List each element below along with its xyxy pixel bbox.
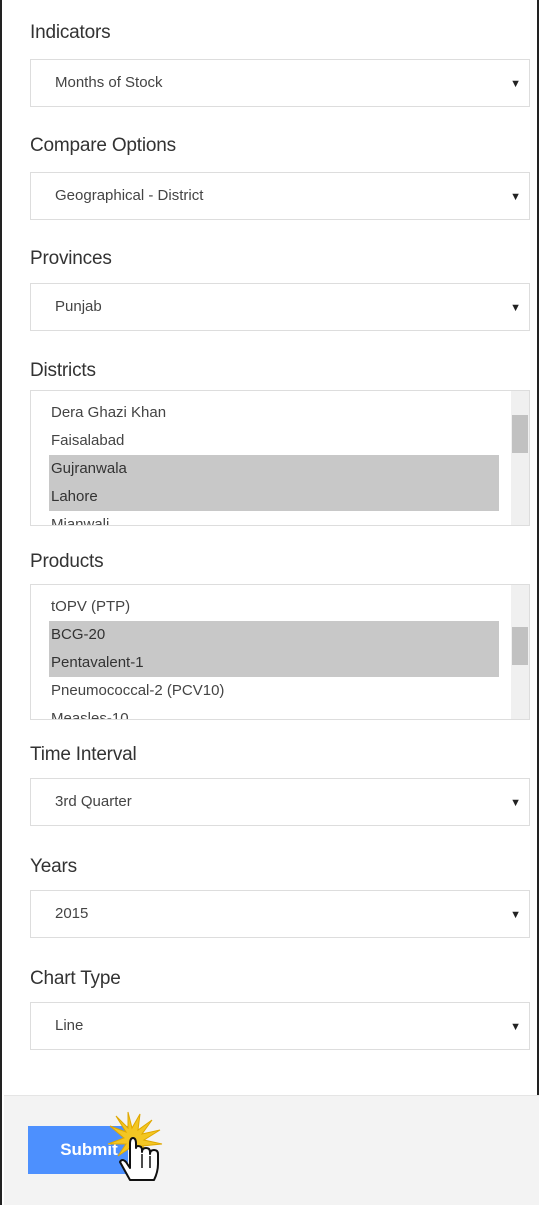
product-option[interactable]: Pneumococcal-2 (PCV10)	[49, 677, 499, 705]
caret-down-icon: ▼	[510, 78, 521, 90]
time-interval-label: Time Interval	[30, 744, 137, 765]
districts-options: Dera Ghazi Khan Faisalabad Gujranwala La…	[49, 399, 529, 525]
districts-scroll-thumb[interactable]	[512, 415, 528, 453]
indicators-label: Indicators	[30, 22, 111, 43]
provinces-value: Punjab	[55, 298, 102, 315]
district-option[interactable]: Gujranwala	[49, 455, 499, 483]
filter-panel: Indicators Months of Stock ▼ Compare Opt…	[0, 0, 539, 1205]
caret-down-icon: ▼	[510, 909, 521, 921]
years-value: 2015	[55, 905, 89, 922]
product-option[interactable]: Pentavalent-1	[49, 649, 499, 677]
product-option[interactable]: tOPV (PTP)	[49, 593, 499, 621]
products-scrollbar[interactable]	[511, 585, 529, 719]
caret-down-icon: ▼	[510, 302, 521, 314]
caret-down-icon: ▼	[510, 1021, 521, 1033]
chart-type-label: Chart Type	[30, 968, 121, 989]
compare-options-value: Geographical - District	[55, 187, 204, 204]
hand-pointer-icon	[107, 1111, 163, 1181]
district-option[interactable]: Mianwali	[49, 511, 499, 525]
compare-options-select[interactable]: Geographical - District ▼	[30, 172, 530, 220]
district-option[interactable]: Lahore	[49, 483, 499, 511]
district-option[interactable]: Dera Ghazi Khan	[49, 399, 499, 427]
districts-label: Districts	[30, 360, 96, 381]
indicators-select[interactable]: Months of Stock ▼	[30, 59, 530, 107]
provinces-label: Provinces	[30, 248, 112, 269]
products-label: Products	[30, 551, 104, 572]
provinces-select[interactable]: Punjab ▼	[30, 283, 530, 331]
caret-down-icon: ▼	[510, 191, 521, 203]
indicators-value: Months of Stock	[55, 74, 163, 91]
time-interval-select[interactable]: 3rd Quarter ▼	[30, 778, 530, 826]
product-option[interactable]: Measles-10	[49, 705, 499, 719]
chart-type-select[interactable]: Line ▼	[30, 1002, 530, 1050]
products-scroll-thumb[interactable]	[512, 627, 528, 665]
products-listbox[interactable]: tOPV (PTP) BCG-20 Pentavalent-1 Pneumoco…	[30, 584, 530, 720]
district-option[interactable]: Faisalabad	[49, 427, 499, 455]
compare-options-label: Compare Options	[30, 135, 176, 156]
chart-type-value: Line	[55, 1017, 84, 1034]
products-options: tOPV (PTP) BCG-20 Pentavalent-1 Pneumoco…	[49, 593, 529, 719]
caret-down-icon: ▼	[510, 797, 521, 809]
districts-scrollbar[interactable]	[511, 391, 529, 525]
time-interval-value: 3rd Quarter	[55, 793, 132, 810]
product-option[interactable]: BCG-20	[49, 621, 499, 649]
districts-listbox[interactable]: Dera Ghazi Khan Faisalabad Gujranwala La…	[30, 390, 530, 526]
years-label: Years	[30, 856, 77, 877]
years-select[interactable]: 2015 ▼	[30, 890, 530, 938]
